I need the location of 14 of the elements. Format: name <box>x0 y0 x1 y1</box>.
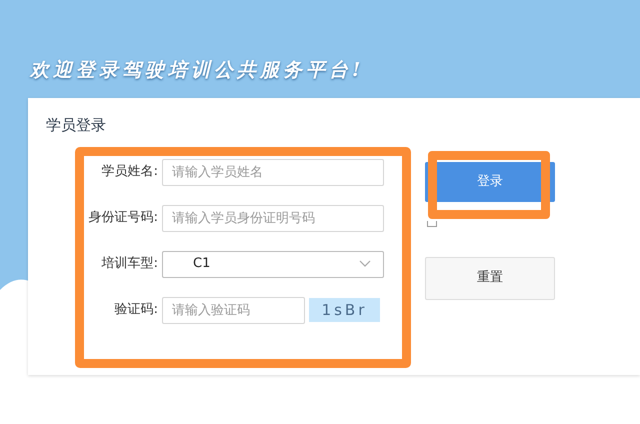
field-label: 学员姓名: <box>100 163 159 182</box>
card-title: 学员登录 <box>46 115 106 136</box>
captcha-image[interactable]: 1sBr <box>309 298 380 322</box>
captcha-field[interactable]: 请输入验证码 <box>162 296 305 324</box>
banner-title: 欢迎登录驾驶培训公共服务平台! <box>30 58 364 82</box>
text-field[interactable]: 请输入学员身份证明号码 <box>162 204 384 232</box>
field-label: 培训车型: <box>100 255 159 274</box>
field-label: 验证码: <box>114 301 159 320</box>
checkbox[interactable] <box>427 220 437 226</box>
text-field[interactable]: 请输入学员姓名 <box>162 158 384 186</box>
reset-button[interactable]: 重置 <box>425 256 555 300</box>
select-field[interactable]: C1 <box>162 250 384 278</box>
chevron-down-icon <box>359 260 371 268</box>
field-label: 身份证号码: <box>88 209 159 228</box>
